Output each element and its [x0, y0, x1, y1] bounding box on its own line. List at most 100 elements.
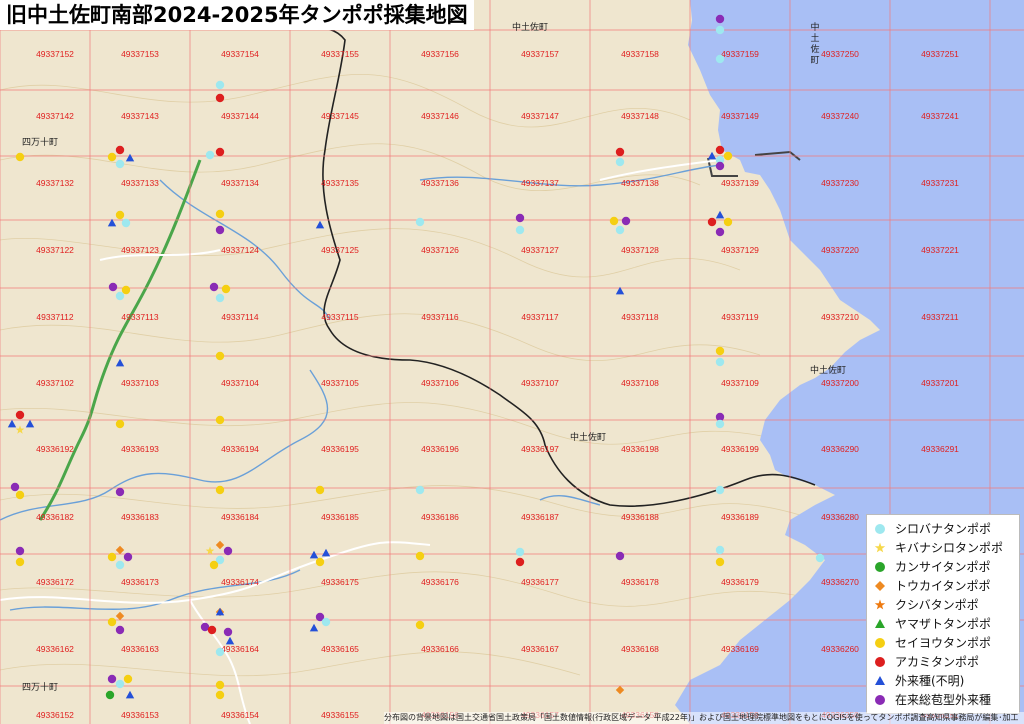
star-icon [874, 599, 886, 609]
mesh-code-label: 49337250 [821, 49, 859, 59]
marker-shirobana[interactable] [205, 150, 215, 160]
marker-shirobana[interactable] [515, 225, 525, 235]
marker-akami[interactable] [115, 145, 125, 155]
marker-shirobana[interactable] [115, 560, 125, 570]
marker-zairai[interactable] [223, 546, 233, 556]
marker-seiyou[interactable] [715, 557, 725, 567]
marker-shirobana[interactable] [415, 217, 425, 227]
mesh-code-label: 49336197 [521, 444, 559, 454]
marker-akami[interactable] [215, 147, 225, 157]
mesh-code-label: 49337231 [921, 178, 959, 188]
marker-shirobana[interactable] [121, 218, 131, 228]
mesh-code-label: 49336179 [721, 577, 759, 587]
marker-shirobana[interactable] [715, 545, 725, 555]
marker-zairai[interactable] [715, 161, 725, 171]
marker-zairai[interactable] [223, 627, 233, 637]
map-credit: 分布図の背景地図は国土交通省国土政策局「国土数値情報(行政区域データ 平成22年… [384, 712, 1024, 724]
marker-zairai[interactable] [108, 282, 118, 292]
marker-seiyou[interactable] [415, 620, 425, 630]
marker-kansai[interactable] [105, 690, 115, 700]
marker-zairai[interactable] [715, 227, 725, 237]
mesh-code-label: 49337200 [821, 378, 859, 388]
place-label: 町 [810, 56, 819, 66]
marker-seiyou[interactable] [723, 217, 733, 227]
marker-seiyou[interactable] [107, 152, 117, 162]
marker-seiyou[interactable] [15, 490, 25, 500]
marker-seiyou[interactable] [315, 485, 325, 495]
mesh-code-label: 49337124 [221, 245, 259, 255]
marker-shirobana[interactable] [615, 225, 625, 235]
marker-zairai[interactable] [215, 225, 225, 235]
marker-shirobana[interactable] [715, 485, 725, 495]
marker-zairai[interactable] [209, 282, 219, 292]
marker-shirobana[interactable] [715, 357, 725, 367]
marker-zairai[interactable] [115, 625, 125, 635]
marker-shirobana[interactable] [115, 159, 125, 169]
marker-seiyou[interactable] [115, 419, 125, 429]
marker-shirobana[interactable] [815, 553, 825, 563]
marker-akami[interactable] [615, 147, 625, 157]
mesh-code-label: 49337138 [621, 178, 659, 188]
marker-shirobana[interactable] [715, 25, 725, 35]
circle-icon [875, 656, 885, 667]
marker-shirobana[interactable] [215, 647, 225, 657]
marker-seiyou[interactable] [215, 415, 225, 425]
marker-akami[interactable] [207, 625, 217, 635]
marker-seiyou[interactable] [215, 680, 225, 690]
marker-seiyou[interactable] [15, 557, 25, 567]
marker-seiyou[interactable] [609, 216, 619, 226]
legend-item-kansai: カンサイタンポポ [871, 557, 1015, 576]
marker-zairai[interactable] [10, 482, 20, 492]
marker-shirobana[interactable] [215, 80, 225, 90]
marker-zairai[interactable] [15, 546, 25, 556]
marker-shirobana[interactable] [415, 485, 425, 495]
marker-seiyou[interactable] [215, 209, 225, 219]
mesh-code-label: 49337126 [421, 245, 459, 255]
marker-akami[interactable] [707, 217, 717, 227]
marker-seiyou[interactable] [115, 210, 125, 220]
marker-seiyou[interactable] [723, 151, 733, 161]
marker-zairai[interactable] [615, 551, 625, 561]
legend-label: ヤマザトタンポポ [895, 617, 992, 631]
marker-zairai[interactable] [115, 487, 125, 497]
marker-seiyou[interactable] [315, 557, 325, 567]
marker-shirobana[interactable] [715, 54, 725, 64]
marker-seiyou[interactable] [715, 346, 725, 356]
marker-shirobana[interactable] [515, 547, 525, 557]
marker-akami[interactable] [215, 93, 225, 103]
legend-label: シロバナタンポポ [895, 522, 992, 536]
marker-seiyou[interactable] [215, 351, 225, 361]
mesh-code-label: 49337105 [321, 378, 359, 388]
marker-shirobana[interactable] [715, 419, 725, 429]
marker-seiyou[interactable] [415, 551, 425, 561]
marker-seiyou[interactable] [209, 560, 219, 570]
marker-shirobana[interactable] [115, 679, 125, 689]
marker-seiyou[interactable] [221, 284, 231, 294]
marker-seiyou[interactable] [121, 285, 131, 295]
mesh-code-label: 49336165 [321, 644, 359, 654]
marker-seiyou[interactable] [215, 690, 225, 700]
mesh-code-label: 49337134 [221, 178, 259, 188]
marker-seiyou[interactable] [107, 552, 117, 562]
mesh-code-label: 49336163 [121, 644, 159, 654]
marker-zairai[interactable] [107, 674, 117, 684]
marker-seiyou[interactable] [107, 617, 117, 627]
marker-zairai[interactable] [515, 213, 525, 223]
marker-shirobana[interactable] [215, 293, 225, 303]
marker-shirobana[interactable] [615, 157, 625, 167]
marker-zairai[interactable] [715, 14, 725, 24]
mesh-code-label: 49336162 [36, 644, 74, 654]
marker-akami[interactable] [515, 557, 525, 567]
marker-seiyou[interactable] [215, 485, 225, 495]
marker-shirobana[interactable] [321, 617, 331, 627]
marker-seiyou[interactable] [15, 152, 25, 162]
place-label: 中土佐町 [512, 21, 548, 33]
marker-zairai[interactable] [123, 552, 133, 562]
marker-akami[interactable] [715, 145, 725, 155]
marker-shirobana[interactable] [115, 291, 125, 301]
marker-akami[interactable] [15, 410, 25, 420]
marker-zairai[interactable] [621, 216, 631, 226]
mesh-code-label: 49337123 [121, 245, 159, 255]
marker-seiyou[interactable] [123, 674, 133, 684]
legend-item-kibanashiro: キバナシロタンポポ [871, 538, 1015, 557]
